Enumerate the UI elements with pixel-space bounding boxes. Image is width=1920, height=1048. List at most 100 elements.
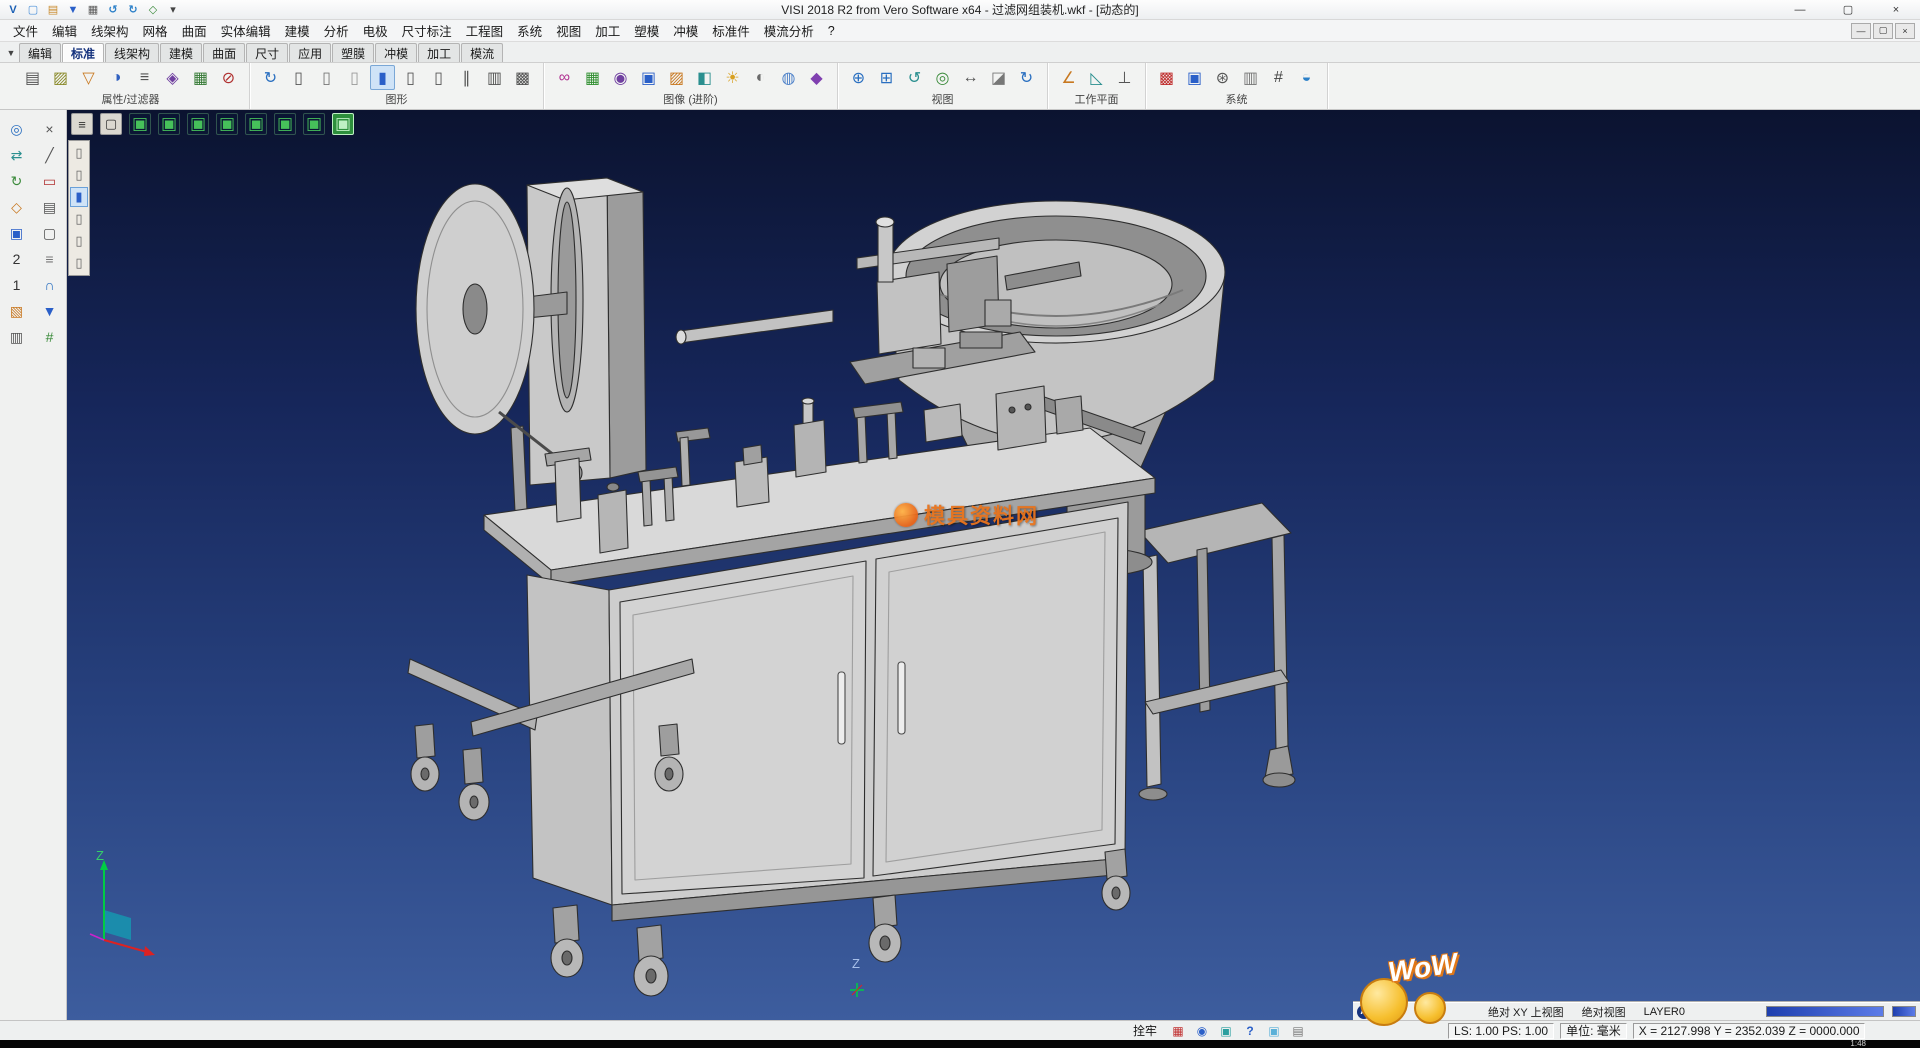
snap-point-icon[interactable]: ◉ xyxy=(1192,1023,1212,1039)
workplane-tool-icon[interactable]: ◇ xyxy=(5,196,29,219)
selection-mask-icon[interactable]: ▦ xyxy=(188,65,213,90)
system-help-icon[interactable]: ◒ xyxy=(1294,65,1319,90)
menu-item[interactable]: 实体编辑 xyxy=(214,20,278,41)
print-icon[interactable]: ▦ xyxy=(84,2,102,18)
menu-item[interactable]: 曲面 xyxy=(175,20,214,41)
material-icon[interactable]: ◐ xyxy=(748,65,773,90)
display-mode-2-icon[interactable]: ▯ xyxy=(70,165,88,185)
menu-item[interactable]: 模流分析 xyxy=(757,20,821,41)
mdi-minimize-button[interactable]: — xyxy=(1851,23,1871,39)
menu-item[interactable]: 线架构 xyxy=(84,20,136,41)
shading-options-icon[interactable]: ▩ xyxy=(510,65,535,90)
save-icon[interactable]: ▼ xyxy=(64,2,82,18)
workspace-tab[interactable]: 建模 xyxy=(160,43,202,62)
tab-dropdown-button[interactable]: ▼ xyxy=(3,44,19,62)
box-select-icon[interactable]: ▢ xyxy=(38,222,62,245)
right-view-icon[interactable]: ▣ xyxy=(245,113,267,135)
workspace-tab[interactable]: 塑膜 xyxy=(332,43,374,62)
menu-item[interactable]: 网格 xyxy=(136,20,175,41)
workspace-tab[interactable]: 模流 xyxy=(461,43,503,62)
stereo-view-icon[interactable]: ∞ xyxy=(552,65,577,90)
wcs-icon[interactable]: ▣ xyxy=(1264,1023,1284,1039)
advanced-render-icon[interactable]: ◆ xyxy=(804,65,829,90)
view-orientation-icon[interactable]: ◪ xyxy=(986,65,1011,90)
system-settings-icon[interactable]: ⊛ xyxy=(1210,65,1235,90)
transparency-icon[interactable]: ◍ xyxy=(776,65,801,90)
workspace-tab[interactable]: 冲模 xyxy=(375,43,417,62)
menu-item[interactable]: 塑模 xyxy=(627,20,666,41)
display-settings-icon[interactable]: ▣ xyxy=(1182,65,1207,90)
grid-snap-icon[interactable]: # xyxy=(38,326,62,349)
layer-filter-icon[interactable]: ≡ xyxy=(132,65,157,90)
filter-funnel-icon[interactable]: ▽ xyxy=(76,65,101,90)
menu-item[interactable]: 分析 xyxy=(317,20,356,41)
workplane-align-icon[interactable]: ◺ xyxy=(1084,65,1109,90)
save-view-icon[interactable]: ▼ xyxy=(38,300,62,323)
snap-grid-icon[interactable]: ▦ xyxy=(1168,1023,1188,1039)
flat-shaded-cylinder-icon[interactable]: ▯ xyxy=(398,65,423,90)
mdi-restore-button[interactable]: ▢ xyxy=(1873,23,1893,39)
previous-view-icon[interactable]: ↺ xyxy=(902,65,927,90)
snap-settings-icon[interactable]: # xyxy=(1266,65,1291,90)
layer-state-icon[interactable]: ▤ xyxy=(1288,1023,1308,1039)
snap-lock-toggle[interactable]: 拴牢 xyxy=(1128,1022,1162,1039)
left-view-icon[interactable]: ▣ xyxy=(274,113,296,135)
wireframe-cylinder-icon[interactable]: ▯ xyxy=(286,65,311,90)
workplane-create-icon[interactable]: ∠ xyxy=(1056,65,1081,90)
back-view-icon[interactable]: ▣ xyxy=(303,113,325,135)
display-mode-3-icon[interactable]: ▮ xyxy=(70,187,88,207)
color-table-icon[interactable]: ▩ xyxy=(1154,65,1179,90)
workspace-tab[interactable]: 标准 xyxy=(62,43,104,62)
workspace-tab[interactable]: 加工 xyxy=(418,43,460,62)
display-mode-5-icon[interactable]: ▯ xyxy=(70,231,88,251)
menu-item[interactable]: 加工 xyxy=(588,20,627,41)
iso-view-icon[interactable]: ▣ xyxy=(129,113,151,135)
menu-item[interactable]: 标准件 xyxy=(705,20,757,41)
view-window-icon[interactable]: ▢ xyxy=(100,113,122,135)
maximize-button[interactable]: ▢ xyxy=(1824,0,1872,19)
move-icon[interactable]: ⇄ xyxy=(5,144,29,167)
context-help-icon[interactable]: ? xyxy=(1240,1023,1260,1039)
menu-item[interactable]: 系统 xyxy=(510,20,549,41)
multi-cylinder-icon[interactable]: ∥ xyxy=(454,65,479,90)
redraw-icon[interactable]: ↻ xyxy=(1014,65,1039,90)
sketch-icon[interactable]: ╱ xyxy=(38,144,62,167)
lighting-icon[interactable]: ☀ xyxy=(720,65,745,90)
workspace-tab[interactable]: 应用 xyxy=(289,43,331,62)
image-grid-icon[interactable]: ▦ xyxy=(580,65,605,90)
open-file-icon[interactable]: ▤ xyxy=(44,2,62,18)
view-menu-icon[interactable]: ≡ xyxy=(71,113,93,135)
reset-filter-icon[interactable]: ⊘ xyxy=(216,65,241,90)
menu-item[interactable]: 编辑 xyxy=(45,20,84,41)
color-filter-icon[interactable]: ◑ xyxy=(104,65,129,90)
workspace-tab[interactable]: 尺寸 xyxy=(246,43,288,62)
display-mode-6-icon[interactable]: ▯ xyxy=(70,253,88,273)
type-filter-icon[interactable]: ◈ xyxy=(160,65,185,90)
ucs-icon[interactable]: ▣ xyxy=(1216,1023,1236,1039)
menu-item[interactable]: 冲模 xyxy=(666,20,705,41)
regen-icon[interactable]: ↻ xyxy=(258,65,283,90)
measure-icon[interactable]: ≡ xyxy=(38,248,62,271)
menu-item[interactable]: ? xyxy=(821,20,842,41)
close-button[interactable]: × xyxy=(1872,0,1920,19)
workspace-tab[interactable]: 编辑 xyxy=(19,43,61,62)
sheet-icon[interactable]: ▤ xyxy=(38,196,62,219)
workplane-quick-icon[interactable]: ◇ xyxy=(144,2,162,18)
view-orientation-status[interactable]: 绝对 XY 上视图 xyxy=(1483,1004,1569,1020)
menu-item[interactable]: 视图 xyxy=(549,20,588,41)
hidden-line-cylinder-icon[interactable]: ▯ xyxy=(314,65,339,90)
solid-display-icon[interactable]: ▣ xyxy=(5,222,29,245)
absolute-view-button[interactable]: 绝对视图 xyxy=(1577,1004,1631,1020)
menu-item[interactable]: 尺寸标注 xyxy=(395,20,459,41)
menu-item[interactable]: 电极 xyxy=(356,20,395,41)
zoom-select-icon[interactable]: ◎ xyxy=(5,118,29,141)
dashed-cylinder-icon[interactable]: ▯ xyxy=(342,65,367,90)
palette-icon[interactable]: ▧ xyxy=(5,300,29,323)
properties-icon[interactable]: ▤ xyxy=(20,65,45,90)
undo-icon[interactable]: ↺ xyxy=(104,2,122,18)
viewport-3d[interactable]: Z Z ≡▢▣▣▣▣▣▣▣▣ ▯▯▮▯▯▯ 模具资料网 xyxy=(67,110,1920,1020)
minimize-button[interactable]: — xyxy=(1776,0,1824,19)
workspace-tab[interactable]: 线架构 xyxy=(105,43,159,62)
database-icon[interactable]: ▥ xyxy=(1238,65,1263,90)
arc-tool-icon[interactable]: ∩ xyxy=(38,274,62,297)
